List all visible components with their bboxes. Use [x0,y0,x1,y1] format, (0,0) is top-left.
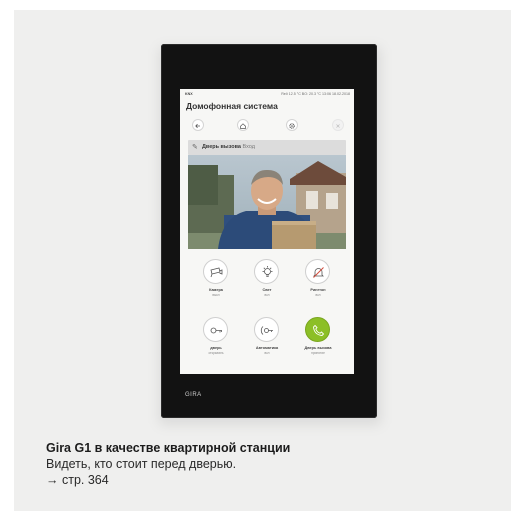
bell-muted-icon [313,267,324,278]
auto-button[interactable]: Автоматика вкл [241,313,293,369]
back-arrow-icon [195,123,200,129]
camera-button-circle [203,259,228,284]
auto-button-label: Автоматика [255,346,279,350]
pen-icon: ✎ [192,144,198,151]
back-button[interactable] [192,119,204,131]
control-grid: Камера выкл Свет вкл Рингтон вкл дверь о… [188,255,346,374]
camera-icon [210,267,223,278]
home-icon [240,123,246,129]
ringtone-button[interactable]: Рингтон вкл [292,255,344,311]
call-door-button[interactable]: Дверь вызова принятие [292,313,344,369]
close-icon [336,124,340,128]
door-button-label: дверь [210,346,222,350]
ringtone-button-circle [305,259,330,284]
device-brand: GIRA [185,392,202,398]
light-button-label: Свет [262,288,272,292]
light-button-circle [254,259,279,284]
camera-video[interactable] [188,155,346,249]
light-button[interactable]: Свет вкл [241,255,293,311]
auto-button-state: вкл [264,351,270,355]
door-button-state: открывать [208,351,224,355]
call-door-button-state: принятие [311,351,325,355]
camera-caption-bar[interactable]: ✎ Дверь вызова Вход [188,140,346,155]
camera-button-label: Камера [209,288,223,292]
key-icon [210,327,222,334]
call-door-button-circle [305,317,330,342]
device-screen: KNX Reð 12.5 °C BO: 20.3 °C 13:06 18.02.… [180,89,354,374]
video-image [188,155,346,249]
door-button-circle [203,317,228,342]
settings-button[interactable] [286,119,298,131]
call-door-button-label: Дверь вызова [304,346,332,350]
gear-icon [289,123,295,129]
camera-caption-label: Дверь вызова Вход [202,144,255,150]
nav-bar [180,117,354,133]
phone-icon [313,324,325,336]
caption-page-link[interactable]: → стр. 364 [46,472,506,488]
status-left: KNX [185,92,193,96]
close-button[interactable] [332,119,344,131]
screen-title: Домофонная система [186,101,278,111]
status-right: Reð 12.5 °C BO: 20.3 °C 13:06 18.02.2018 [281,92,350,96]
auto-button-circle [254,317,279,342]
product-caption: Gira G1 в качестве квартирной станции Ви… [46,440,506,488]
home-button[interactable] [237,119,249,131]
caption-title: Gira G1 в качестве квартирной станции [46,441,291,455]
light-bulb-icon [262,266,273,277]
ringtone-button-label: Рингтон [310,288,326,292]
auto-key-icon [260,326,273,335]
camera-button[interactable]: Камера выкл [190,255,242,311]
ringtone-button-state: вкл [315,293,321,297]
camera-button-state: выкл [212,293,220,297]
door-button[interactable]: дверь открывать [190,313,242,369]
light-button-state: вкл [264,293,270,297]
status-bar: KNX Reð 12.5 °C BO: 20.3 °C 13:06 18.02.… [180,91,354,99]
caption-description: Видеть, кто стоит перед дверью. [46,457,237,471]
